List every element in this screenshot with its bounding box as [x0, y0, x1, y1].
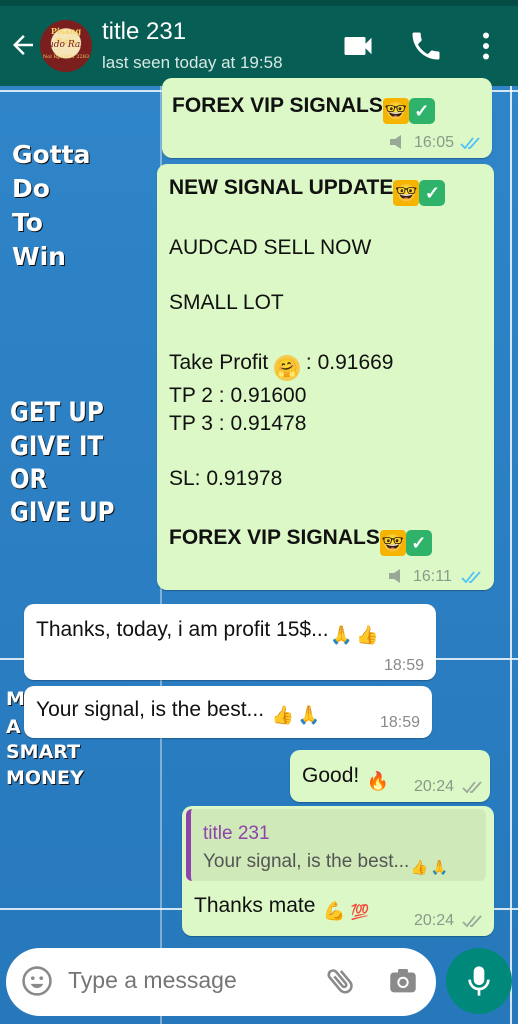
fire-emoji-icon: 🔥 [366, 771, 390, 791]
signal-header: NEW SIGNAL UPDATE🤓 ✓ [169, 176, 446, 206]
pray-emoji-icon: 🙏 [430, 859, 449, 875]
wallpaper-text: GIVE IT [10, 432, 104, 462]
nerd-emoji-icon: 🤓 [379, 530, 406, 556]
check-emoji-icon: ✓ [408, 98, 435, 124]
wallpaper-text: SMART [6, 741, 81, 763]
message-text: FOREX VIP SIGNALS🤓 ✓ [172, 94, 435, 124]
nerd-emoji-icon: 🤓 [382, 98, 409, 124]
wallpaper-text: GIVE UP [10, 498, 115, 528]
wallpaper-text: A [6, 716, 21, 738]
wallpaper-text: MONEY [6, 767, 84, 789]
signal-footer: FOREX VIP SIGNALS🤓 ✓ [169, 526, 432, 556]
message-text: Thanks mate 💪 💯 [194, 894, 373, 926]
pray-emoji-icon: 🙏 [330, 625, 353, 645]
wallpaper-text: Win [12, 242, 66, 271]
message-text: Your signal, is the best... 👍 🙏 [36, 698, 322, 728]
attach-icon[interactable] [324, 964, 358, 998]
delivered-ticks-icon [462, 781, 482, 794]
status-bar-strip [0, 0, 518, 6]
nerd-emoji-icon: 🤓 [393, 180, 420, 206]
video-call-icon[interactable] [340, 28, 376, 64]
quote-author: title 231 [203, 823, 270, 844]
message-input[interactable] [68, 967, 318, 994]
message-bubble-outgoing[interactable]: FOREX VIP SIGNALS🤓 ✓ 16:05 [162, 78, 492, 158]
flexed-biceps-emoji-icon: 💪 [323, 901, 346, 921]
avatar-text-3: Nol Rp 0821 2283 [42, 54, 90, 60]
wallpaper-text: Do [12, 174, 50, 203]
signal-stop-loss: SL: 0.91978 [169, 467, 283, 490]
read-ticks-icon [461, 571, 481, 584]
message-time: 18:59 [380, 714, 421, 731]
chat-header: Pisang Raja Sudo Rasa Nol Rp 0821 2283 t… [0, 0, 518, 86]
thumbs-up-emoji-icon: 👍 [271, 705, 295, 725]
hundred-points-emoji-icon: 💯 [350, 904, 370, 921]
message-bubble-outgoing[interactable]: Good! 🔥 20:24 [290, 750, 490, 802]
mic-icon [468, 966, 490, 996]
phone-icon[interactable] [408, 28, 444, 64]
wallpaper-text: OR [10, 465, 48, 495]
forwarded-icon [389, 569, 400, 583]
message-bubble-outgoing[interactable]: NEW SIGNAL UPDATE🤓 ✓ AUDCAD SELL NOW SMAL… [157, 164, 494, 590]
quoted-message[interactable]: title 231 Your signal, is the best...👍 🙏 [186, 809, 486, 881]
message-bubble-incoming[interactable]: Thanks, today, i am profit 15$...🙏 👍 18:5… [24, 604, 436, 680]
wallpaper-line [510, 86, 512, 1024]
message-time: 18:59 [384, 657, 425, 674]
chat-title[interactable]: title 231 [102, 18, 186, 46]
thumbs-up-emoji-icon: 👍 [356, 625, 379, 645]
message-bubble-incoming[interactable]: Your signal, is the best... 👍 🙏 18:59 [24, 686, 432, 738]
message-text: Good! 🔥 [302, 764, 391, 794]
delivered-ticks-icon [462, 915, 482, 928]
emoji-icon[interactable] [20, 964, 54, 998]
thumbs-up-emoji-icon: 👍 [410, 859, 429, 875]
read-ticks-icon [460, 137, 480, 150]
message-time: 20:24 [414, 778, 455, 795]
signal-tp2: TP 2 : 0.91600 [169, 384, 307, 407]
wallpaper-text: Gotta [12, 140, 91, 169]
message-composer [6, 948, 436, 1016]
more-vert-icon[interactable] [468, 28, 504, 64]
wallpaper-text: To [12, 208, 43, 237]
check-emoji-icon: ✓ [419, 180, 446, 206]
last-seen-status: last seen today at 19:58 [102, 53, 283, 72]
message-time: 16:11 [413, 568, 452, 585]
message-time: 16:05 [414, 134, 455, 151]
message-text: Thanks, today, i am profit 15$...🙏 👍 [36, 618, 381, 648]
forwarded-icon [390, 135, 401, 149]
signal-tp3: TP 3 : 0.91478 [169, 412, 307, 435]
quote-text: Your signal, is the best...👍 🙏 [203, 851, 449, 875]
avatar-text-2: Sudo Rasa [41, 40, 91, 50]
hugging-emoji-icon: 🤗 [274, 355, 301, 381]
avatar[interactable]: Pisang Raja Sudo Rasa Nol Rp 0821 2283 [40, 20, 92, 72]
signal-pair: AUDCAD SELL NOW [169, 236, 372, 259]
message-time: 20:24 [414, 912, 455, 929]
camera-icon[interactable] [386, 964, 420, 998]
check-emoji-icon: ✓ [405, 530, 432, 556]
wallpaper-text: GET UP [10, 398, 104, 428]
back-arrow-icon[interactable] [8, 30, 38, 60]
mic-button[interactable] [446, 948, 512, 1014]
wallpaper-text: M [6, 688, 25, 710]
signal-lot: SMALL LOT [169, 291, 284, 314]
pray-emoji-icon: 🙏 [297, 705, 321, 725]
signal-take-profit: Take Profit 🤗 : 0.91669 [169, 351, 394, 381]
